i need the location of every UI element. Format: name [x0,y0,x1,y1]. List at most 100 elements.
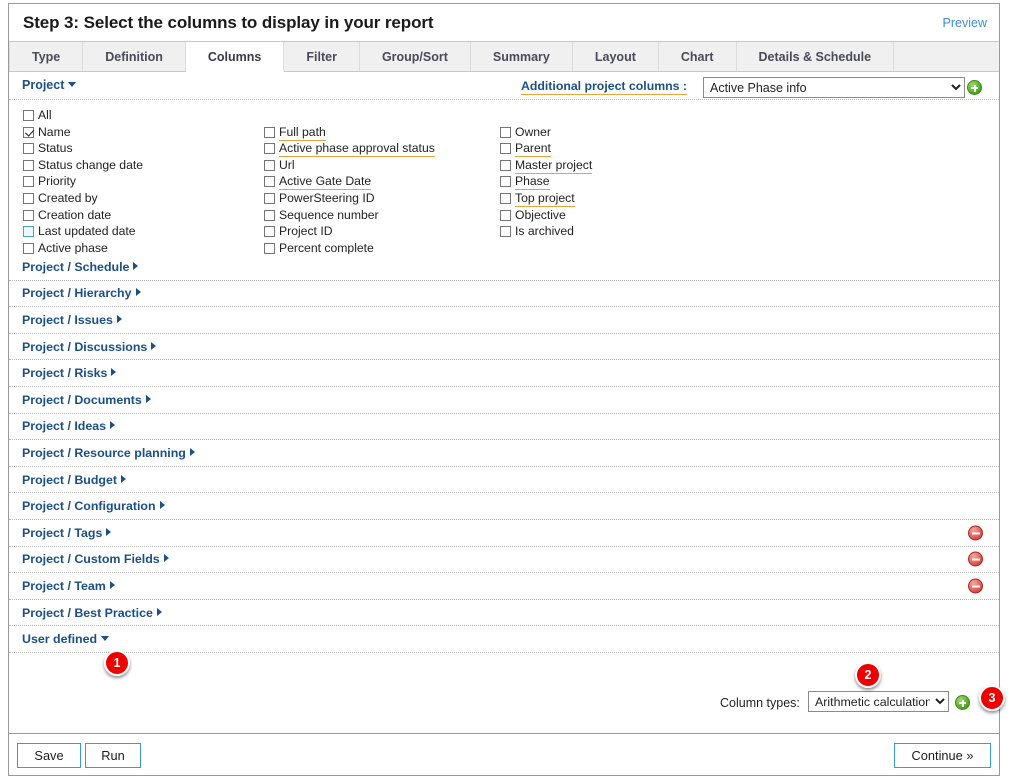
preview-link[interactable]: Preview [943,16,987,30]
accordion-toggle-project-issues[interactable]: Project / Issues [22,313,122,327]
remove-section-icon-project-tags[interactable] [968,525,983,541]
checkbox-created-by[interactable] [23,192,34,204]
accordion-toggle-project-tags[interactable]: Project / Tags [22,526,112,540]
checkbox-url[interactable] [264,159,275,171]
checkbox-row-master-project[interactable]: Master project [500,158,593,175]
accordion-toggle-project-schedule[interactable]: Project / Schedule [22,259,139,274]
accordion-toggle-project-hierarchy[interactable]: Project / Hierarchy [22,286,141,300]
checkbox-is-archived[interactable] [500,226,511,238]
checkbox-row-active-gate-date[interactable]: Active Gate Date [264,174,435,191]
chevron-right-icon [156,607,162,616]
tab-filter[interactable]: Filter [284,42,360,71]
checkbox-row-phase[interactable]: Phase [500,174,592,191]
additional-project-columns-select[interactable]: Active Phase info [703,77,965,98]
remove-section-icon-project-team[interactable] [968,578,983,594]
checkbox-row-full-path[interactable]: Full path [264,125,435,142]
checkbox-row-active-phase-approval-status[interactable]: Active phase approval status [264,141,435,158]
checkbox-row-parent[interactable]: Parent [500,141,592,158]
checkbox-active-phase[interactable] [23,242,34,254]
add-additional-column-icon[interactable] [967,80,982,95]
tab-columns[interactable]: Columns [185,42,285,72]
accordion-toggle-project-risks[interactable]: Project / Risks [22,366,117,380]
checkbox-full-path[interactable] [264,126,275,138]
tab-chart[interactable]: Chart [658,42,737,71]
checkbox-phase[interactable] [500,176,511,188]
continue-button[interactable]: Continue » [894,743,991,768]
checkbox-sequence-number[interactable] [264,209,275,221]
accordion-toggle-project-budget[interactable]: Project / Budget [22,472,127,487]
tab-definition[interactable]: Definition [83,42,186,71]
accordion-row-project-documents: Project / Documents [9,386,999,413]
tab-group-sort[interactable]: Group/Sort [359,42,471,71]
checkbox-status-change-date[interactable] [23,159,34,171]
accordion-toggle-project-configuration[interactable]: Project / Configuration [22,499,165,513]
checkbox-name[interactable] [23,126,34,138]
checkbox-top-project[interactable] [500,192,511,204]
checkbox-row-objective[interactable]: Objective [500,208,592,225]
tab-type[interactable]: Type [9,42,84,71]
run-button[interactable]: Run [85,743,141,768]
add-column-type-icon[interactable] [955,695,970,710]
accordion-row-project-discussions: Project / Discussions [9,333,999,360]
accordion-row-project-resource-planning: Project / Resource planning [9,440,999,466]
save-button[interactable]: Save [17,743,81,768]
accordion-toggle-project-resource-planning[interactable]: Project / Resource planning [22,446,195,460]
checkbox-row-owner[interactable]: Owner [500,125,592,142]
column-types-select[interactable]: Arithmetic calculation [808,691,949,712]
checkbox-parent[interactable] [500,143,511,155]
accordion-toggle-project-documents[interactable]: Project / Documents [22,393,151,407]
checkbox-all[interactable] [23,110,34,121]
checkbox-row-creation-date[interactable]: Creation date [23,208,143,225]
checkbox-status[interactable] [23,143,34,155]
checkbox-column-1: Full path Active phase approval status Url… [264,125,435,258]
checkbox-active-gate-date[interactable] [264,176,275,188]
checkbox-creation-date[interactable] [23,209,34,221]
accordion-row-project-configuration: Project / Configuration [9,493,999,519]
checkbox-owner[interactable] [500,126,511,138]
checkbox-row-created-by[interactable]: Created by [23,191,143,208]
accordion-toggle-user-defined[interactable]: User defined [22,632,110,646]
checkbox-last-updated-date[interactable] [23,226,34,238]
checkbox-row-all[interactable]: All [23,108,143,125]
remove-section-icon-project-custom-fields[interactable] [968,551,983,567]
accordion-label-project-budget: Project / Budget [22,472,118,487]
checkbox-row-url[interactable]: Url [264,158,435,175]
checkbox-row-status-change-date[interactable]: Status change date [23,158,143,175]
project-group-toggle[interactable]: Project [22,78,77,92]
checkbox-row-is-archived[interactable]: Is archived [500,224,592,241]
checkbox-label-project-id: Project ID [279,224,333,239]
checkbox-row-status[interactable]: Status [23,141,143,158]
chevron-down-icon [68,82,77,87]
checkbox-row-project-id[interactable]: Project ID [264,224,435,241]
checkbox-percent-complete[interactable] [264,242,275,254]
chevron-right-icon [151,341,157,350]
checkbox-active-phase-approval-status[interactable] [264,143,275,155]
checkbox-project-id[interactable] [264,226,275,238]
checkbox-powersteering-id[interactable] [264,192,275,204]
checkbox-row-name[interactable]: Name [23,125,143,142]
checkbox-row-top-project[interactable]: Top project [500,191,592,208]
accordion-toggle-project-ideas[interactable]: Project / Ideas [22,419,116,433]
accordion-toggle-project-best-practice[interactable]: Project / Best Practice [22,606,162,620]
checkbox-priority[interactable] [23,176,34,188]
accordion-toggle-project-custom-fields[interactable]: Project / Custom Fields [22,552,169,566]
checkbox-row-priority[interactable]: Priority [23,174,143,191]
tab-summary[interactable]: Summary [470,42,573,71]
tab-details-schedule[interactable]: Details & Schedule [736,42,895,71]
accordion-toggle-project-discussions[interactable]: Project / Discussions [22,340,157,354]
checkbox-master-project[interactable] [500,159,511,171]
chevron-down-icon [101,636,110,642]
annotation-badge-3: 3 [979,685,1005,711]
checkbox-row-last-updated-date[interactable]: Last updated date [23,224,143,241]
checkbox-label-full-path: Full path [279,124,326,141]
checkbox-objective[interactable] [500,209,511,221]
wizard-frame: Step 3: Select the columns to display in… [8,3,1000,733]
checkbox-row-sequence-number[interactable]: Sequence number [264,208,435,225]
accordion-row-project-hierarchy: Project / Hierarchy [9,280,999,307]
checkbox-row-powersteering-id[interactable]: PowerSteering ID [264,191,435,208]
report-wizard-columns-page: Step 3: Select the columns to display in… [0,0,1014,779]
accordion-label-project-schedule: Project / Schedule [22,259,130,274]
accordion-toggle-project-team[interactable]: Project / Team [22,579,115,593]
tab-layout[interactable]: Layout [572,42,659,71]
accordion-label-project-documents: Project / Documents [22,392,142,407]
